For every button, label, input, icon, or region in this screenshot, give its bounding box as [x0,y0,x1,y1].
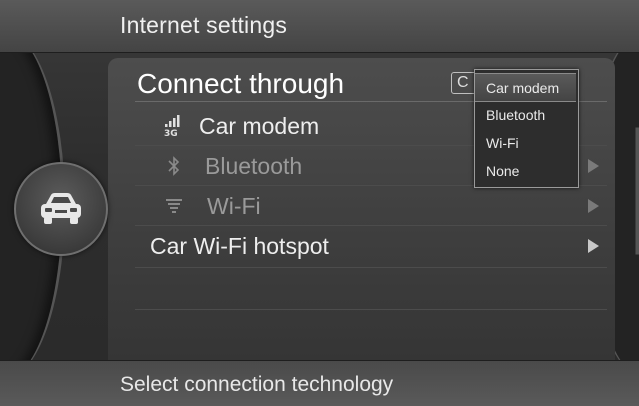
header-bar: Internet settings [0,0,639,53]
setting-item-label: Car modem [199,113,320,139]
bluetooth-icon [168,156,180,176]
dropdown-option-car-modem[interactable]: Car modem [475,73,576,102]
empty-row [135,268,607,310]
connection-dropdown[interactable]: Car modem Bluetooth Wi-Fi None [474,69,579,188]
chevron-right-icon [588,159,599,173]
connect-through-label: Connect through [137,68,345,99]
footer-bar: Select connection technology [0,360,639,406]
dropdown-option-wifi[interactable]: Wi-Fi [475,129,576,158]
chevron-right-icon [588,199,599,213]
setting-item-car-wifi-hotspot[interactable]: Car Wi-Fi hotspot [135,226,607,268]
dropdown-option-none[interactable]: None [475,157,576,186]
setting-item-label: Wi-Fi [207,193,261,219]
chevron-right-icon [588,239,599,253]
setting-item-label: Car Wi-Fi hotspot [150,233,329,259]
setting-item-label: Bluetooth [205,153,303,179]
status-text: Select connection technology [120,373,394,396]
page-title: Internet settings [120,12,288,38]
empty-row [135,310,607,358]
car-icon [41,193,81,224]
screen: Internet settings Connect through C 3G C… [0,0,639,406]
wifi-icon [166,199,182,213]
setting-item-wifi[interactable]: Wi-Fi [135,186,607,226]
signal-3g-icon: 3G [164,115,180,137]
dropdown-option-bluetooth[interactable]: Bluetooth [475,101,576,130]
svg-text:3G: 3G [164,129,178,137]
car-menu-button[interactable] [14,162,108,256]
